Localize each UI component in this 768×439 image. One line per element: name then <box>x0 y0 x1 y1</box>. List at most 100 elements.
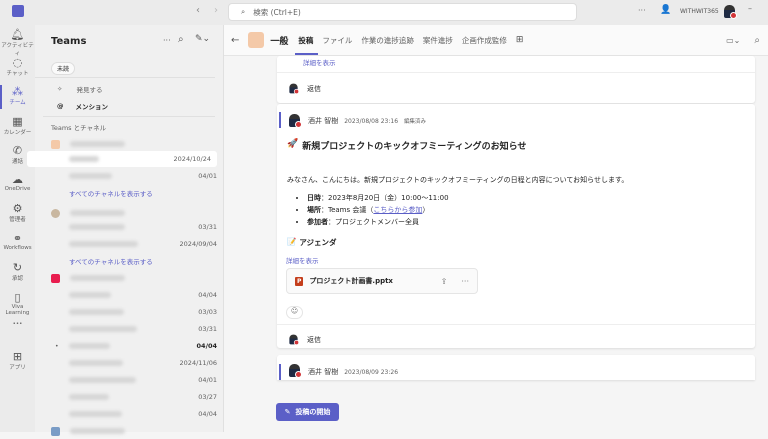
show-more-link[interactable]: 詳細を表示 <box>286 255 319 265</box>
tab-3[interactable]: 案件進捗 <box>423 35 453 46</box>
minimize-button[interactable]: – <box>748 4 752 13</box>
rail-label: チーム <box>9 100 26 106</box>
forward-nav-icon[interactable]: › <box>214 5 218 16</box>
back-arrow-icon[interactable]: ← <box>231 35 239 46</box>
cloud-icon: ☁︎ <box>12 173 23 186</box>
rail-item-approvals[interactable]: ↻ 承認 <box>0 261 35 282</box>
tab-2[interactable]: 作業の進捗追跡 <box>361 35 414 46</box>
edited-label: 編集済み <box>404 119 427 125</box>
unread-dot: • <box>55 342 59 350</box>
message-card: 酒井 智樹 2023/08/08 23:16 編集済み 🚀 新規プロジェクトのキッ… <box>277 104 755 348</box>
channel-item[interactable]: 2024/09/04 <box>69 236 217 252</box>
team-avatar <box>51 139 60 149</box>
show-all-label: すべてのチャネルを表示する <box>69 190 153 198</box>
rail-item-admin[interactable]: ⚙︎ 管理者 <box>0 202 35 223</box>
message-card: 酒井 智樹 2023/08/09 23:26 <box>277 355 755 380</box>
show-all-label: すべてのチャネルを表示する <box>69 258 153 266</box>
team-avatar <box>51 273 60 283</box>
channel-item[interactable]: 2024/10/24 <box>27 151 217 167</box>
discover-item[interactable]: ✧ 発見する <box>57 81 217 97</box>
learning-icon: ▯ <box>14 291 21 304</box>
message-card: 詳細を表示 返信 <box>277 56 755 103</box>
profile-avatar[interactable] <box>724 5 737 20</box>
unread-filter[interactable]: 未読 <box>51 62 76 75</box>
add-reaction-icon[interactable]: ☺ <box>286 306 303 319</box>
new-post-button[interactable]: ✎ 投稿の開始 <box>276 403 339 421</box>
channel-item[interactable]: 04/01 <box>69 372 217 388</box>
search-input[interactable]: ⌕ 検索 (Ctrl+E) <box>228 3 577 21</box>
channel-item[interactable]: 04/04 • <box>55 338 217 354</box>
more-options-icon[interactable]: ··· <box>638 6 646 15</box>
channel-item[interactable]: 03/31 <box>69 219 217 235</box>
more-icon[interactable]: ··· <box>461 277 469 286</box>
rail-item-learning[interactable]: ▯ Viva Learning <box>0 291 35 316</box>
search-channel-icon[interactable]: ⌕ <box>754 35 760 46</box>
search-icon[interactable]: ⌕ <box>178 34 184 45</box>
channel-item[interactable]: 2024/11/06 <box>69 355 217 371</box>
calendar-icon: ▦ <box>12 115 23 128</box>
channel-date: 03/03 <box>198 308 217 316</box>
channel-item[interactable]: 03/31 <box>69 321 217 337</box>
rail-item-chat[interactable]: ◌ チャット <box>0 56 35 77</box>
rail-label: カレンダー <box>3 130 32 136</box>
team-avatar <box>248 32 265 48</box>
show-all-channels-link[interactable]: すべてのチャネルを表示する <box>69 253 217 269</box>
app-rail: 🔔︎ アクティビティ ◌ チャット ⁂ チーム ▦ カレンダー ✆ 通話 ☁︎ OneDrive ⚙︎ 管… <box>0 25 35 432</box>
reply-button[interactable]: 返信 <box>288 82 321 95</box>
channel-name-redacted <box>69 343 110 349</box>
show-more-link[interactable]: 詳細を表示 <box>303 57 336 67</box>
people-icon[interactable]: 👤 <box>660 5 671 15</box>
channel-item[interactable]: 03/03 <box>69 304 217 320</box>
team-item[interactable] <box>51 423 217 439</box>
teams-logo-icon <box>12 5 24 17</box>
share-icon[interactable]: ⇪ <box>441 277 448 286</box>
compose-icon[interactable]: ✎⌄ <box>195 34 210 44</box>
section-label: Teams とチャネル <box>51 124 107 132</box>
rail-item-bell[interactable]: 🔔︎ アクティビティ <box>0 28 35 57</box>
rail-label: Workflows <box>3 245 32 251</box>
rail-item-more[interactable]: ••• <box>0 321 35 327</box>
channel-name-redacted <box>69 156 99 162</box>
reply-button[interactable]: 返信 <box>288 333 321 346</box>
video-call-icon[interactable]: ▭⌄ <box>726 36 740 45</box>
rocket-icon: 🚀 <box>287 139 299 149</box>
rail-label: 通話 <box>11 159 23 165</box>
team-item[interactable] <box>51 136 217 152</box>
show-all-channels-link[interactable]: すべてのチャネルを表示する <box>69 185 217 201</box>
rail-item-workflows[interactable]: ⚭ Workflows <box>0 232 35 251</box>
channel-item[interactable]: 04/04 <box>69 406 217 422</box>
channel-item[interactable]: 03/27 <box>69 389 217 405</box>
channel-header: ← 一般 投稿 ファイル 作業の進捗追跡 案件進捗 企画作成監修 ⊞ ▭⌄ ⌕ <box>224 25 768 56</box>
search-icon: ⌕ <box>241 7 246 16</box>
compose-icon: ✎ <box>284 408 291 416</box>
admin-icon: ⚙︎ <box>12 202 23 215</box>
back-nav-icon[interactable]: ‹ <box>196 5 200 16</box>
file-attachment[interactable]: P プロジェクト計画書.pptx ⇪ ··· <box>286 268 478 294</box>
team-item[interactable] <box>51 270 217 286</box>
agenda-heading: アジェンダ <box>299 238 337 247</box>
tab-4[interactable]: 企画作成監修 <box>462 35 507 46</box>
channel-name-redacted <box>69 394 109 400</box>
title-bar: ‹ › ⌕ 検索 (Ctrl+E) ··· 👤 WITHWIT365 – <box>0 0 768 25</box>
approvals-icon: ↻ <box>12 261 23 274</box>
file-name: プロジェクト計画書.pptx <box>309 277 393 285</box>
rail-item-calendar[interactable]: ▦ カレンダー <box>0 115 35 136</box>
rail-item-teams[interactable]: ⁂ チーム <box>0 85 35 109</box>
mentions-item[interactable]: @ メンション <box>57 98 217 114</box>
tab-1[interactable]: ファイル <box>322 35 352 46</box>
reply-label: 返信 <box>307 335 321 344</box>
channel-item[interactable]: 04/04 <box>69 287 217 303</box>
chat-icon: ◌ <box>12 56 23 69</box>
add-tab-icon[interactable]: ⊞ <box>516 35 524 45</box>
rail-item-apps[interactable]: ⊞ アプリ <box>0 350 35 371</box>
tab-0[interactable]: 投稿 <box>298 35 313 46</box>
join-meeting-link[interactable]: こちらから参加 <box>373 206 422 214</box>
more-icon[interactable]: ··· <box>163 36 171 45</box>
team-name-redacted <box>70 141 125 147</box>
details-list: 日時：2023年8月20日（金）10:00～11:00 場所：Teams 会議（… <box>307 192 449 228</box>
list-item: 場所：Teams 会議（こちらから参加） <box>307 204 449 216</box>
bell-icon: 🔔︎ <box>10 28 25 41</box>
rail-item-cloud[interactable]: ☁︎ OneDrive <box>0 173 35 192</box>
channel-item[interactable]: 04/01 <box>69 168 217 184</box>
apps-icon: ⊞ <box>12 350 23 363</box>
